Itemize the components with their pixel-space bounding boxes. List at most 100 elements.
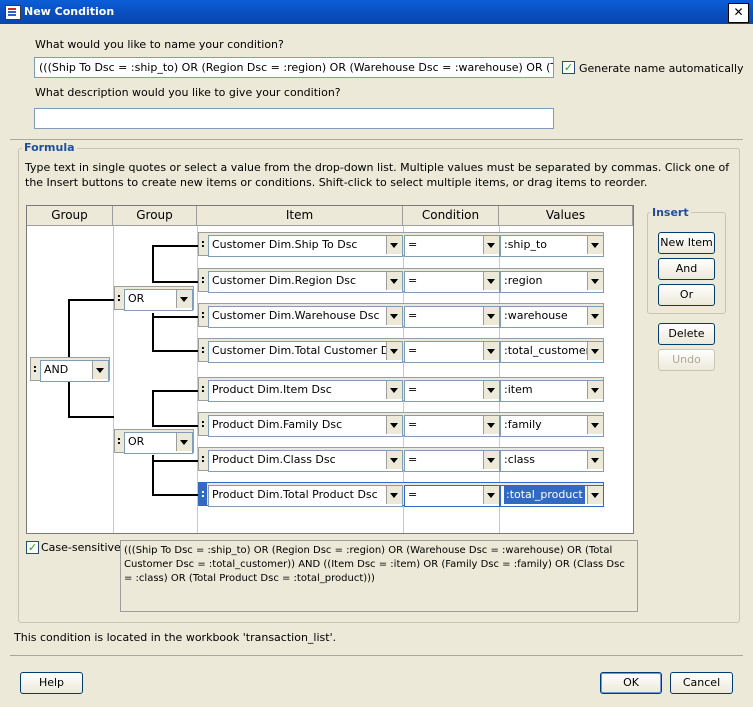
operator-select[interactable]: = [404,306,500,328]
item-select[interactable]: Customer Dim.Warehouse Dsc [208,306,403,328]
value-select[interactable]: :family [500,415,604,437]
drag-handle[interactable]: : [199,413,207,435]
condition-row[interactable]: : Customer Dim.Warehouse Dsc = :warehous… [198,303,604,328]
chevron-down-icon[interactable] [587,416,603,434]
ok-button[interactable]: OK [600,672,662,694]
drag-handle[interactable]: : [115,430,123,452]
chevron-down-icon[interactable] [386,272,402,290]
value-select[interactable]: :item [500,380,604,402]
chevron-down-icon[interactable] [386,451,402,469]
drag-handle[interactable]: : [199,233,207,255]
tree-connector [152,350,199,352]
chevron-down-icon[interactable] [587,451,603,469]
col-header-item[interactable]: Item [197,206,403,226]
condition-icon [5,5,21,20]
tree-connector [68,416,114,418]
group-or-2[interactable]: : OR [114,429,194,454]
chevron-down-icon[interactable] [483,236,499,254]
chevron-down-icon[interactable] [386,416,402,434]
value-select[interactable]: :class [500,450,604,472]
item-select[interactable]: Product Dim.Item Dsc [208,380,403,402]
col-header-group[interactable]: Group [113,206,197,226]
chevron-down-icon[interactable] [386,486,402,504]
condition-row-selected[interactable]: : Product Dim.Total Product Dsc = :total… [198,482,604,507]
chevron-down-icon[interactable] [483,342,499,360]
drag-handle[interactable]: : [199,448,207,470]
chevron-down-icon[interactable] [386,342,402,360]
case-sensitive-checkbox[interactable]: ✓ [26,541,39,554]
group-and[interactable]: : AND [30,357,110,382]
condition-name-field[interactable]: (((Ship To Dsc = :ship_to) OR (Region Ds… [34,57,554,78]
delete-button[interactable]: Delete [658,323,715,345]
chevron-down-icon[interactable] [587,272,603,290]
value-select[interactable]: :warehouse [500,306,604,328]
item-select[interactable]: Product Dim.Total Product Dsc [208,485,403,507]
condition-row[interactable]: : Product Dim.Item Dsc = :item [198,377,604,402]
value-select[interactable]: :total_product [500,485,604,507]
item-select[interactable]: Customer Dim.Ship To Dsc [208,235,403,257]
value-select[interactable]: :ship_to [500,235,604,257]
chevron-down-icon[interactable] [176,290,192,308]
condition-row[interactable]: : Customer Dim.Ship To Dsc = :ship_to [198,232,604,257]
operator-select[interactable]: = [404,235,500,257]
chevron-down-icon[interactable] [483,381,499,399]
chevron-down-icon[interactable] [483,307,499,325]
chevron-down-icon[interactable] [587,236,603,254]
drag-handle[interactable]: : [199,483,207,505]
condition-row[interactable]: : Customer Dim.Total Customer Dsc = :tot… [198,338,604,363]
new-item-button[interactable]: New Item [658,232,715,254]
group-operator-select[interactable]: AND [40,360,109,382]
col-header-group[interactable]: Group [27,206,113,226]
operator-select[interactable]: = [404,380,500,402]
tree-connector [152,316,199,318]
chevron-down-icon[interactable] [386,307,402,325]
chevron-down-icon[interactable] [483,486,499,504]
operator-select[interactable]: = [404,450,500,472]
drag-handle[interactable]: : [199,378,207,400]
help-button[interactable]: Help [20,672,83,694]
description-field[interactable] [34,108,554,129]
operator-select[interactable]: = [404,341,500,363]
item-select[interactable]: Product Dim.Class Dsc [208,450,403,472]
col-header-condition[interactable]: Condition [403,206,499,226]
col-header-values[interactable]: Values [499,206,633,226]
condition-row[interactable]: : Customer Dim.Region Dsc = :region [198,268,604,293]
drag-handle[interactable]: : [199,339,207,361]
close-icon[interactable]: ✕ [728,3,749,23]
drag-handle[interactable]: : [199,304,207,326]
generate-name-checkbox[interactable]: ✓ [562,61,575,74]
undo-button[interactable]: Undo [658,349,715,371]
chevron-down-icon[interactable] [386,381,402,399]
condition-row[interactable]: : Product Dim.Family Dsc = :family [198,412,604,437]
item-select[interactable]: Product Dim.Family Dsc [208,415,403,437]
value-select[interactable]: :region [500,271,604,293]
chevron-down-icon[interactable] [587,342,603,360]
chevron-down-icon[interactable] [386,236,402,254]
operator-select[interactable]: = [404,271,500,293]
item-select[interactable]: Customer Dim.Region Dsc [208,271,403,293]
chevron-down-icon[interactable] [176,433,192,451]
group-operator-select[interactable]: OR [124,289,193,311]
group-or-1[interactable]: : OR [114,286,194,311]
tree-connector [152,245,154,282]
insert-or-button[interactable]: Or [658,284,715,306]
chevron-down-icon[interactable] [587,307,603,325]
condition-row[interactable]: : Product Dim.Class Dsc = :class [198,447,604,472]
chevron-down-icon[interactable] [587,381,603,399]
operator-select[interactable]: = [404,485,500,507]
drag-handle[interactable]: : [199,269,207,291]
item-select[interactable]: Customer Dim.Total Customer Dsc [208,341,403,363]
chevron-down-icon[interactable] [587,486,603,504]
operator-select[interactable]: = [404,415,500,437]
insert-and-button[interactable]: And [658,258,715,280]
cancel-button[interactable]: Cancel [670,672,733,694]
tree-connector [152,494,199,496]
chevron-down-icon[interactable] [483,272,499,290]
chevron-down-icon[interactable] [483,451,499,469]
chevron-down-icon[interactable] [92,361,108,379]
drag-handle[interactable]: : [115,287,123,309]
group-operator-select[interactable]: OR [124,432,193,454]
value-select[interactable]: :total_customer [500,341,604,363]
chevron-down-icon[interactable] [483,416,499,434]
drag-handle[interactable]: : [31,358,39,380]
